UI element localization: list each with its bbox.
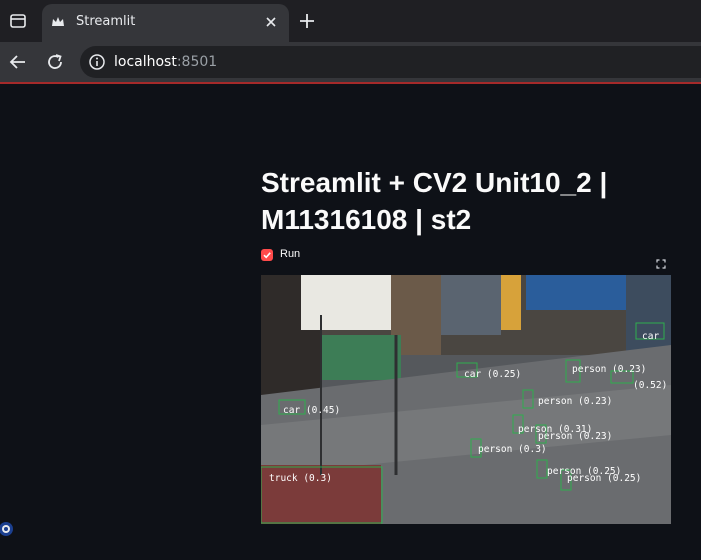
detection-label: truck (0.3) bbox=[269, 473, 332, 484]
video-frame: car (0.25) car (0.45) person (0.23) (0.5… bbox=[261, 275, 671, 524]
address-bar[interactable]: localhost:8501 bbox=[80, 46, 701, 78]
browser-tab-strip: Streamlit bbox=[0, 0, 701, 42]
streamlit-status-icon[interactable] bbox=[0, 518, 16, 540]
page-title: Streamlit + CV2 Unit10_2 | M11316108 | s… bbox=[261, 167, 608, 235]
url-host: localhost bbox=[114, 54, 177, 70]
detection-label: person (0.25) bbox=[567, 473, 641, 484]
back-arrow-icon[interactable] bbox=[8, 52, 28, 72]
detection-label: person (0.23) bbox=[572, 364, 646, 375]
browser-tab[interactable]: Streamlit bbox=[42, 4, 289, 42]
tab-title: Streamlit bbox=[76, 14, 136, 29]
detection-label: car (0.45) bbox=[283, 405, 340, 416]
detection-label: person (0.23) bbox=[538, 396, 612, 407]
checkbox-checked-icon[interactable] bbox=[261, 249, 273, 261]
info-icon[interactable] bbox=[88, 53, 106, 71]
fullscreen-icon[interactable] bbox=[656, 256, 666, 269]
url-port: :8501 bbox=[176, 54, 218, 70]
streamlit-crown-icon bbox=[50, 14, 66, 30]
browser-toolbar: localhost:8501 bbox=[0, 42, 701, 82]
detection-label: person (0.23) bbox=[538, 431, 612, 442]
detection-label: person (0.3) bbox=[478, 444, 547, 455]
detection-label: car (0.25) bbox=[464, 369, 521, 380]
url-text[interactable]: localhost:8501 bbox=[114, 54, 217, 70]
detection-label: car bbox=[642, 331, 659, 342]
reload-icon[interactable] bbox=[45, 52, 65, 72]
plus-icon[interactable] bbox=[298, 12, 316, 30]
detection-frame: car (0.25) car (0.45) person (0.23) (0.5… bbox=[261, 275, 671, 524]
app-main: Streamlit + CV2 Unit10_2 | M11316108 | s… bbox=[0, 84, 701, 560]
tab-strip-icon[interactable] bbox=[8, 11, 28, 31]
detection-label: (0.52) bbox=[633, 380, 667, 391]
close-icon[interactable] bbox=[263, 14, 279, 30]
run-label: Run bbox=[280, 248, 301, 260]
